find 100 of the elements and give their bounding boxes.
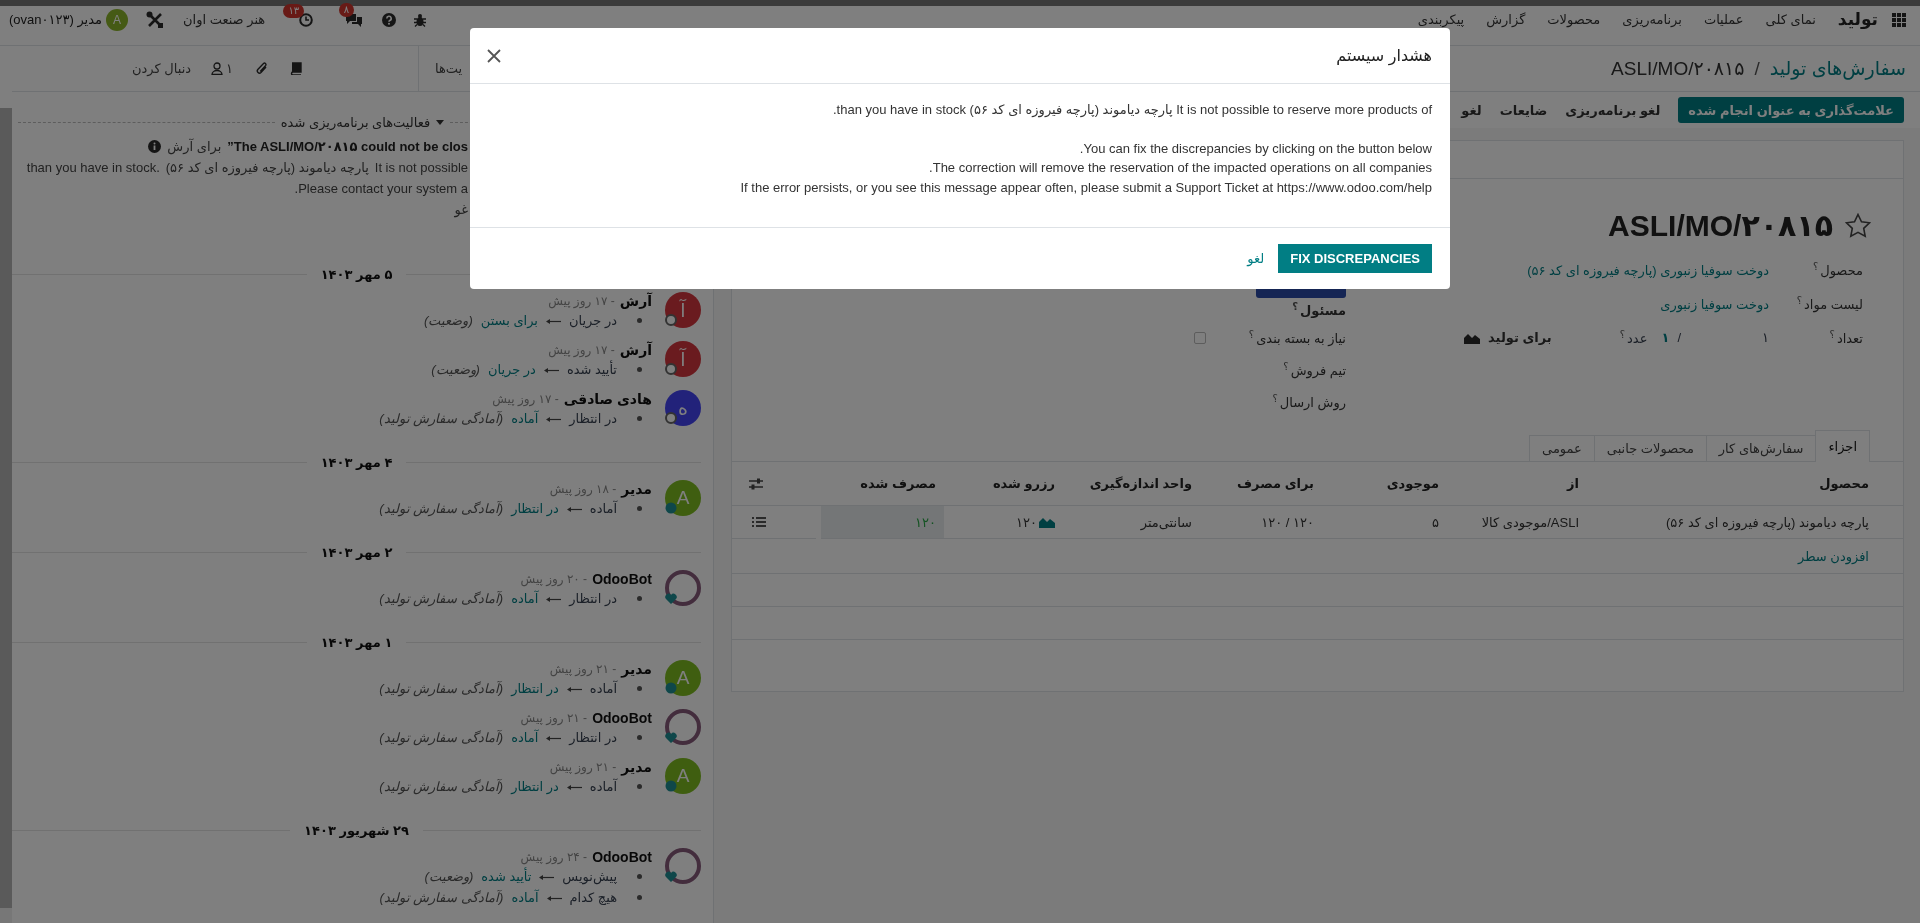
old-value: در جریان — [569, 313, 617, 328]
user-name[interactable]: مدیر (ovan۰۱۲۳) — [9, 12, 102, 27]
tab[interactable]: اجزاء — [1815, 430, 1870, 462]
field-label: لیست مواد$^{؟}$ — [1795, 295, 1863, 313]
table-cell: پارچه دیاموند (پارچه فیروزه ای کد ۵۶) — [1587, 506, 1903, 539]
field-name: (آمادگی سفارش تولید) — [379, 890, 504, 905]
menu-item[interactable]: گزارش — [1486, 12, 1526, 27]
action-button[interactable]: ضایعات — [1499, 102, 1548, 118]
chat-icon[interactable] — [345, 12, 364, 27]
tools-icon[interactable] — [146, 10, 164, 29]
author-name: مدیر — [621, 759, 652, 775]
menu-item[interactable]: عملیات — [1703, 12, 1744, 27]
arrow-icon — [566, 782, 582, 791]
old-value: در انتظار — [569, 730, 617, 745]
field-value-link[interactable]: دوخت سوفیا زنبوری (پارچه فیروزه ای کد ۵۶) — [1527, 262, 1769, 278]
column-header[interactable]: برای مصرف — [1200, 462, 1322, 506]
author-name: مدیر — [621, 661, 652, 677]
user-avatar: ه — [665, 390, 701, 426]
list-icon[interactable] — [752, 516, 766, 528]
field-label: نیاز به بسته بندی$^{؟}$ — [1247, 329, 1346, 347]
field-label: روش ارسال$^{؟}$ — [1271, 393, 1346, 411]
old-value: در انتظار — [569, 411, 617, 426]
message-time: - ۲۰ روز پیش — [520, 572, 588, 586]
dialog-message: You can fix the discrepancies by clicking on the button below. — [1078, 139, 1432, 158]
arrow-icon — [543, 365, 559, 374]
column-header[interactable]: از — [1447, 462, 1587, 506]
column-header[interactable]: موجودی — [1322, 462, 1447, 506]
table-cell: ASLI/موجودی کالا — [1447, 506, 1587, 539]
menu-item[interactable]: پیکربندی — [1417, 12, 1465, 27]
activities-button[interactable]: یت‌ها — [419, 61, 463, 76]
clock-icon[interactable] — [299, 12, 314, 27]
message-count-badge: ۸ — [338, 3, 355, 17]
bullet-icon — [637, 416, 642, 421]
scrollbar[interactable] — [0, 108, 12, 908]
follow-button[interactable]: دنبال کردن — [132, 61, 192, 76]
bullet-icon — [637, 506, 642, 511]
close-icon[interactable] — [486, 47, 502, 64]
column-header[interactable]: واحد اندازه‌گیری — [1063, 462, 1200, 506]
old-value: آماده — [589, 681, 617, 696]
star-icon[interactable] — [1845, 212, 1871, 238]
activity-note: than you have in stock. — [26, 160, 160, 175]
bug-icon[interactable] — [413, 12, 428, 27]
followers-count[interactable]: ۱ — [226, 61, 234, 76]
app-name[interactable]: تولید — [1837, 9, 1878, 30]
message-time: - ۲۴ روز پیش — [520, 850, 588, 864]
field-label: تعداد$^{؟}$ — [1828, 329, 1863, 347]
old-value: پیش‌نویس — [562, 869, 617, 884]
menu-item[interactable]: نمای کلی — [1765, 12, 1816, 27]
company-name[interactable]: هنر صنعت اوان — [183, 12, 266, 27]
unit-label: عدد$^{؟}$ — [1619, 329, 1648, 347]
apps-menu-icon[interactable] — [1892, 12, 1906, 27]
planned-activities-toggle[interactable]: فعالیت‌های برنامه‌ریزی شده — [280, 114, 445, 130]
field-label: مسئول$^{؟}$ — [1291, 301, 1346, 319]
cancel-button[interactable]: لغو — [1247, 251, 1265, 266]
bullet-icon — [637, 367, 642, 372]
old-value: آماده — [589, 501, 617, 516]
checkbox[interactable] — [1194, 332, 1206, 344]
dialog-message: The correction will remove the reservation of the impacted operations on all companies. — [928, 159, 1432, 177]
tab[interactable]: عمومی — [1529, 435, 1595, 461]
message-time: - ۱۷ روز پیش — [548, 294, 615, 308]
field-value-link[interactable]: دوخت سوفیا زنبوری — [1660, 296, 1769, 312]
settings-sliders-icon[interactable] — [748, 476, 764, 491]
product-name: پارچه دیاموند (پارچه فیروزه ای کد ۵۶) — [165, 160, 369, 175]
menu-item[interactable]: محصولات — [1547, 12, 1601, 27]
field-name: (آمادگی سفارش تولید) — [379, 681, 504, 696]
date-separator: ۲ مهر ۱۴۰۳ — [320, 544, 393, 560]
paperclip-icon[interactable] — [255, 61, 270, 76]
arrow-icon — [546, 414, 562, 423]
message-time: - ۱۷ روز پیش — [548, 343, 615, 357]
quantity-field[interactable]: ۱ — [1689, 330, 1769, 346]
action-button[interactable]: لغو برنامه‌ریزی — [1565, 102, 1661, 118]
date-separator: ۴ مهر ۱۴۰۳ — [320, 454, 393, 470]
new-value: آماده — [511, 591, 539, 606]
new-value: آماده — [511, 411, 539, 426]
info-icon — [148, 140, 162, 153]
add-line-link[interactable]: افزودن سطر — [1798, 548, 1869, 564]
breadcrumb-link[interactable]: سفارش‌های تولید — [1769, 57, 1906, 80]
new-value: آماده — [511, 890, 539, 905]
new-value: آماده — [511, 730, 539, 745]
column-header[interactable]: محصول — [1587, 462, 1903, 506]
message-time: - ۲۱ روز پیش — [549, 760, 617, 774]
produced-quantity[interactable]: ۱ — [1661, 330, 1670, 346]
arrow-icon — [546, 733, 562, 742]
action-button[interactable]: علامت‌گذاری به عنوان انجام شده — [1678, 97, 1904, 123]
chart-icon[interactable] — [1464, 332, 1481, 344]
message-time: - ۱۸ روز پیش — [549, 482, 617, 496]
activity-note: It is not possible — [374, 160, 468, 175]
author-name: آرش — [619, 293, 652, 309]
new-value: در انتظار — [511, 681, 559, 696]
help-icon[interactable] — [382, 12, 397, 27]
cancel-link[interactable]: غو — [454, 202, 468, 217]
menu-item[interactable]: برنامه‌ریزی — [1622, 12, 1682, 27]
user-avatar: A — [665, 660, 701, 696]
book-icon[interactable] — [289, 62, 303, 75]
action-button[interactable]: لغو — [1461, 102, 1482, 118]
date-separator: ۱ مهر ۱۴۰۳ — [320, 634, 393, 650]
chart-icon[interactable] — [1039, 516, 1055, 528]
fix-button[interactable]: FIX DISCREPANCIES — [1278, 244, 1432, 273]
column-header[interactable]: رزرو شده — [944, 462, 1063, 506]
new-value: در جریان — [487, 362, 536, 377]
